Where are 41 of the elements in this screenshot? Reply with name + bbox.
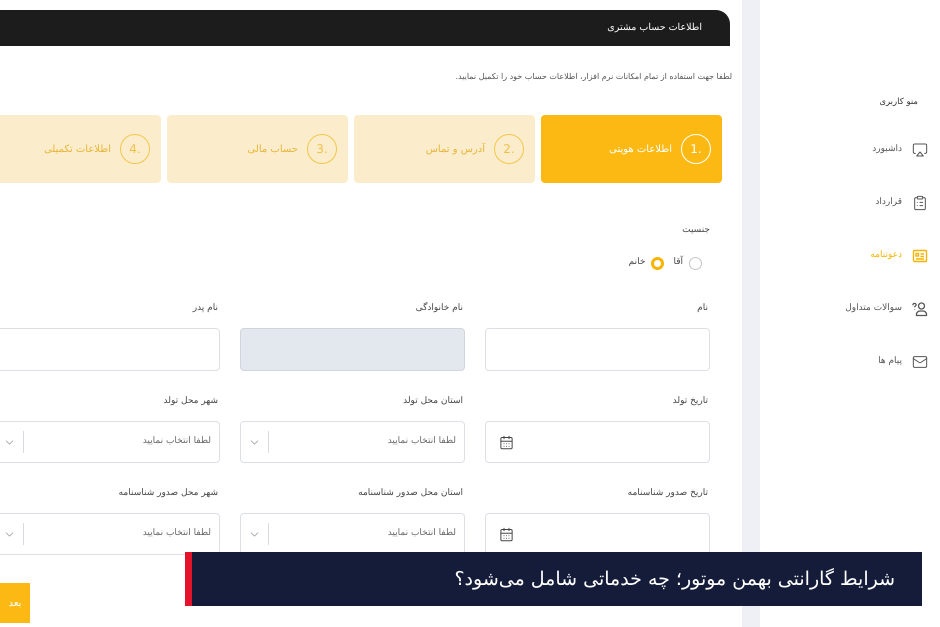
step-number: 4.	[120, 134, 150, 164]
field-label: شهر محل صدور شناسنامه	[118, 487, 219, 499]
field-label: نام خانوادگی	[414, 302, 464, 314]
field-label: نام	[696, 302, 709, 314]
field-label: نام پدر	[191, 302, 219, 314]
field-label: تاریخ صدور شناسنامه	[626, 487, 709, 499]
select-field[interactable]: لطفا انتخاب نمایید	[0, 513, 220, 555]
field-label: تاریخ تولد	[672, 395, 709, 407]
step-number: 1.	[681, 134, 711, 164]
instruction-text: لطفا جهت استفاده از تمام امکانات نرم افزار، اطلاعات حساب خود را تکمیل نمایید.	[454, 71, 732, 83]
monitor-icon	[912, 142, 928, 158]
gender-label: جنسیت	[681, 224, 710, 236]
radio-button[interactable]	[651, 256, 664, 270]
date-field[interactable]	[485, 513, 710, 555]
caption-text: شرایط گارانتی بهمن موتور؛ چه خدماتی شامل می‌شود؟	[454, 566, 895, 592]
radio-button[interactable]	[689, 256, 702, 270]
field-label: شهر محل تولد	[162, 395, 219, 407]
mail-icon	[912, 354, 928, 370]
step-number: 2.	[494, 134, 524, 164]
select-field[interactable]: لطفا انتخاب نمایید	[0, 421, 220, 463]
sidebar-item[interactable]: قرارداد	[875, 194, 928, 212]
sidebar-item[interactable]: داشبورد	[872, 141, 928, 159]
calendar-icon[interactable]	[499, 526, 514, 542]
date-field[interactable]	[485, 421, 710, 463]
select-field[interactable]: لطفا انتخاب نمایید	[240, 513, 465, 555]
sidebar-item[interactable]: پیام ها	[878, 353, 928, 371]
select-field[interactable]: لطفا انتخاب نمایید	[240, 421, 465, 463]
radio-label: خانم	[628, 256, 646, 270]
sidebar-title: منو کاربری	[878, 96, 919, 109]
step-number: 3.	[307, 134, 337, 164]
sidebar-item[interactable]: سوالات متداول	[845, 300, 928, 318]
text-field[interactable]	[485, 328, 710, 371]
section-title: اطلاعات حساب مشتری	[607, 20, 702, 35]
clipboard-icon	[912, 195, 928, 211]
user-question-icon	[912, 301, 928, 317]
field-label: استان محل تولد	[402, 395, 464, 407]
radio-label: آقا	[673, 256, 683, 270]
card-icon	[912, 248, 928, 264]
calendar-icon[interactable]	[499, 434, 514, 450]
field-label: استان محل صدور شناسنامه	[357, 487, 464, 499]
text-field[interactable]	[0, 328, 220, 371]
